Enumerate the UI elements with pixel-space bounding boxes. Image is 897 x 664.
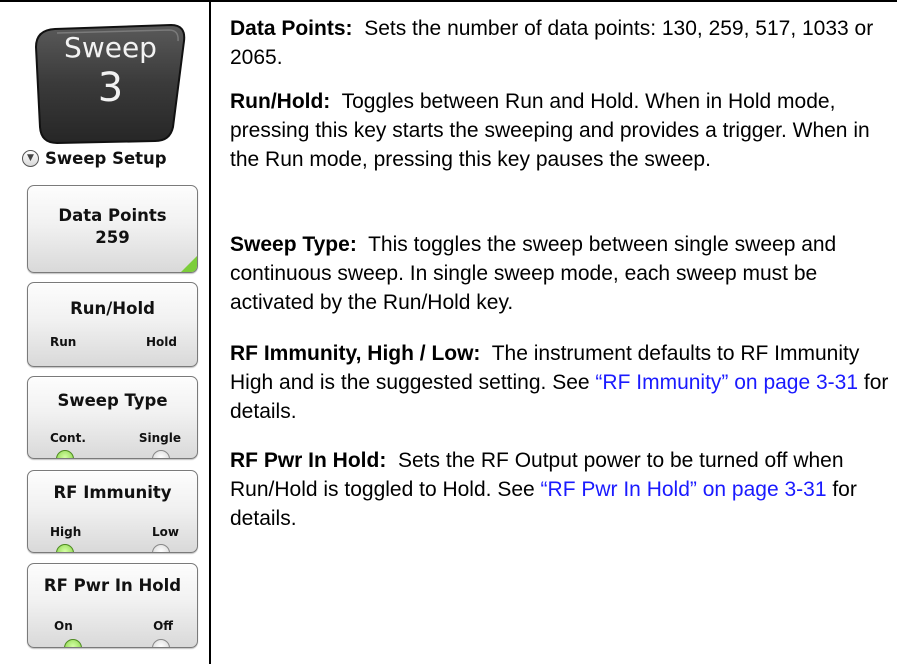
description-rf-pwr-in-hold: RF Pwr In Hold: Sets the RF Output power… [230,446,890,533]
description-data-points: Data Points: Sets the number of data poi… [230,14,890,72]
top-rule [0,0,897,2]
menu-title: ▼ Sweep Setup [22,146,167,170]
rf-pwr-in-hold-softkey[interactable]: RF Pwr In Hold On Off [27,563,198,648]
led-off-indicator-icon [152,639,170,647]
description-run-hold: Run/Hold: Toggles between Run and Hold. … [230,87,890,174]
sweep-type-softkey[interactable]: Sweep Type Cont. Single [27,376,198,459]
menu-title-label: Sweep Setup [45,148,167,168]
term-run-hold: Run/Hold: [230,90,331,113]
chevron-down-icon: ▼ [22,149,39,167]
softkey-title: Sweep Type [57,391,168,410]
term-rf-pwr-in-hold: RF Pwr In Hold: [230,449,387,472]
description-rf-immunity: RF Immunity, High / Low: The instrument … [230,339,890,426]
softkey-title: Run/Hold [70,299,155,318]
run-hold-softkey[interactable]: Run/Hold Run Hold [27,282,198,367]
sweep-hardkey[interactable]: Sweep 3 [33,23,188,145]
option-low: Low [152,525,179,539]
option-cont: Cont. [50,431,86,445]
submenu-indicator-icon [181,256,197,272]
led-off-indicator-icon [152,450,170,458]
softkey-title: Data Points [58,206,167,225]
description-sweep-type: Sweep Type: This toggles the sweep betwe… [230,230,890,317]
term-data-points: Data Points: [230,17,353,40]
option-single: Single [138,431,181,445]
hardkey-number: 3 [97,65,124,111]
option-run: Run [50,335,77,349]
link-rf-immunity[interactable]: “RF Immunity” on page 3-31 [595,371,858,394]
option-high: High [50,525,82,539]
softkey-title: RF Pwr In Hold [43,576,182,595]
column-divider [209,0,211,664]
softkey-value: 259 [95,228,130,247]
led-off-indicator-icon [152,544,170,552]
option-on: On [54,619,73,633]
rf-immunity-softkey[interactable]: RF Immunity High Low [27,470,198,553]
option-off: Off [153,619,173,633]
hardkey-name: Sweep [64,31,157,64]
option-hold: Hold [146,335,177,349]
led-on-indicator-icon [56,450,74,458]
softkey-title: RF Immunity [53,483,172,502]
data-points-softkey[interactable]: Data Points 259 [27,185,198,273]
link-rf-pwr-in-hold[interactable]: “RF Pwr In Hold” on page 3-31 [541,478,827,501]
led-on-indicator-icon [56,544,74,552]
led-on-indicator-icon [64,639,82,647]
term-rf-immunity: RF Immunity, High / Low: [230,342,481,365]
term-sweep-type: Sweep Type: [230,233,357,256]
